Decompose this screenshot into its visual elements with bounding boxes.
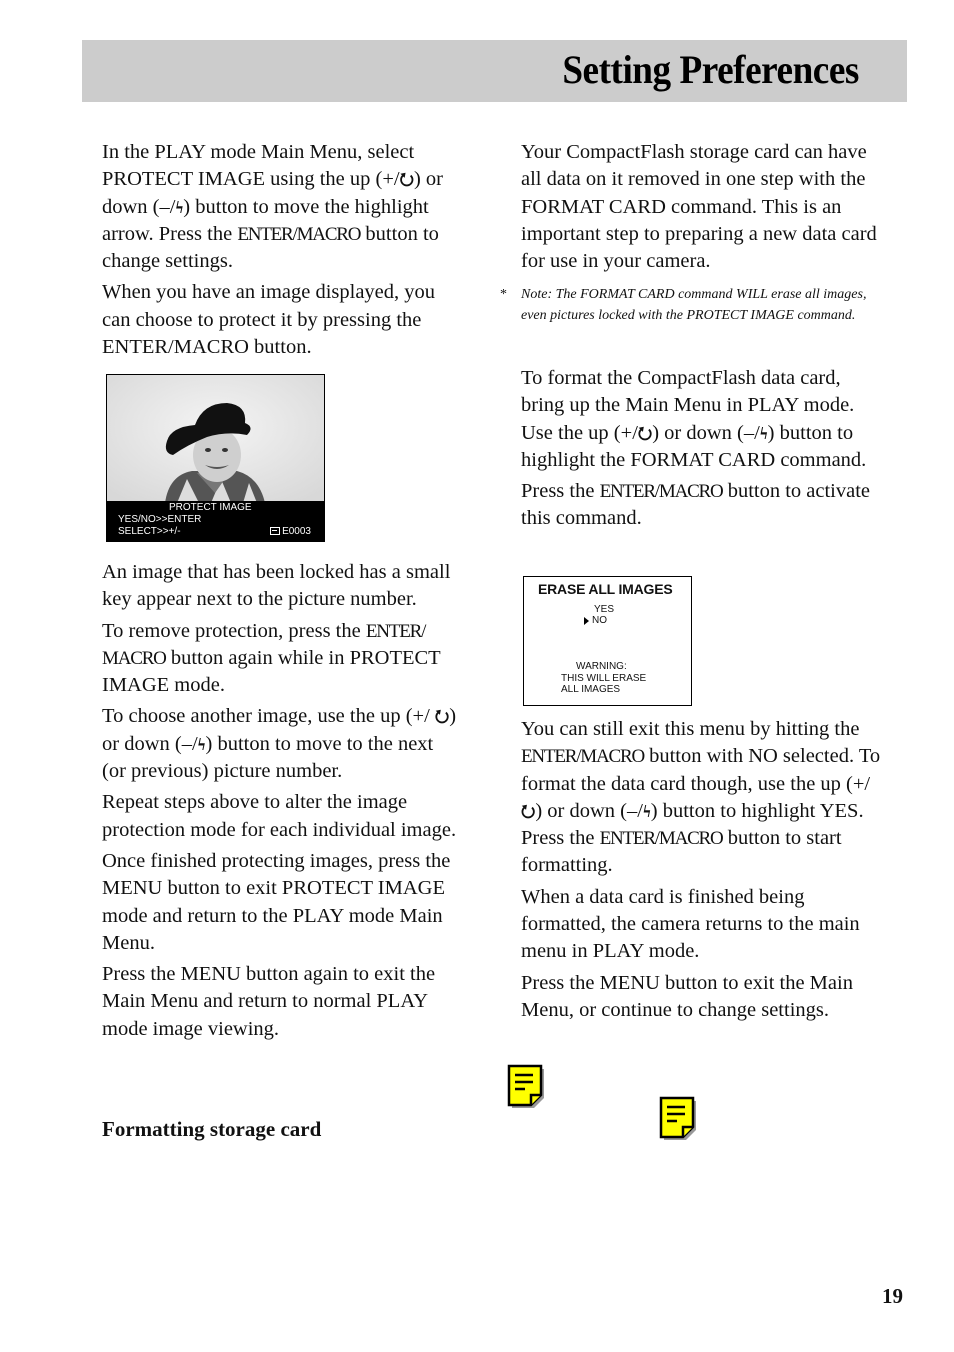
right-column: Your CompactFlash storage card can have … [521, 139, 881, 279]
child-photo [107, 375, 324, 505]
paragraph-finished-formatting: When a data card is finished being forma… [521, 885, 860, 963]
self-timer-icon: ⭮ [521, 801, 536, 821]
paragraph-once-finished: Once finished protecting images, press t… [102, 849, 451, 954]
erase-warning-line: THIS WILL ERASE [561, 673, 647, 684]
selection-arrow-icon [584, 616, 589, 625]
note-asterisk: * [500, 287, 507, 302]
paragraph-choose-another: To choose another image, use the up (+/ … [102, 705, 457, 783]
osd-title: PROTECT IMAGE [169, 502, 252, 513]
paragraph-repeat-steps: Repeat steps above to alter the image pr… [102, 791, 457, 841]
erase-option-yes: YES [594, 604, 615, 615]
erase-all-images-screen: ERASE ALL IMAGES YES NO WARNING: THIS WI… [523, 576, 692, 706]
right-column-middle: To format the CompactFlash data card, br… [521, 365, 881, 537]
format-note: * Note: The FORMAT CARD command WILL era… [500, 285, 880, 326]
key-icon [270, 527, 281, 536]
paragraph-exit-menu: You can still exit this menu by hitting … [521, 718, 881, 877]
paragraph-activate: Press the ENTER/MACRO button to activate… [521, 480, 871, 530]
paragraph-remove-protection: To remove protection, press the ENTER/ M… [102, 619, 441, 697]
page-number: 19 [882, 1284, 903, 1308]
osd-picture-number: E0003 [270, 526, 311, 538]
erase-option-no: NO [584, 615, 607, 626]
note-icon [507, 1064, 544, 1108]
left-column-lower: An image that has been locked has a smal… [102, 559, 462, 1047]
left-column: In the PLAY mode Main Menu, select PROTE… [102, 139, 462, 365]
paragraph-select-protect: In the PLAY mode Main Menu, select PROTE… [102, 141, 443, 273]
flash-icon: ϟ [197, 734, 206, 754]
erase-warning-line: WARNING: [576, 661, 627, 672]
erase-menu-title: ERASE ALL IMAGES [538, 581, 673, 597]
formatting-subheading: Formatting storage card [102, 1117, 322, 1141]
protect-image-osd: PROTECT IMAGE YES/NO>>ENTER SELECT>>+/- … [107, 501, 324, 541]
self-timer-icon: ⭮ [637, 423, 653, 443]
self-timer-icon: ⭮ [434, 707, 450, 727]
paragraph-protect-image: When you have an image displayed, you ca… [102, 281, 436, 359]
erase-warning-line: ALL IMAGES [561, 684, 621, 695]
note-icon [659, 1096, 696, 1140]
right-column-lower: You can still exit this menu by hitting … [521, 716, 881, 1028]
paragraph-exit-main-menu: Press the MENU button to exit the Main M… [521, 971, 853, 1021]
note-text: Note: The FORMAT CARD command WILL erase… [521, 287, 867, 323]
page-title: Setting Preferences [562, 47, 859, 92]
header-bar: Setting Preferences [82, 40, 907, 102]
flash-icon: ϟ [642, 801, 651, 821]
paragraph-press-menu: Press the MENU button again to exit the … [102, 963, 436, 1040]
paragraph-locked-key: An image that has been locked has a smal… [102, 561, 451, 611]
flash-icon: ϟ [759, 423, 768, 443]
protect-image-screen: PROTECT IMAGE YES/NO>>ENTER SELECT>>+/- … [106, 374, 325, 542]
self-timer-icon: ⭮ [399, 170, 414, 190]
osd-yes-no: YES/NO>>ENTER [118, 513, 202, 525]
paragraph-compactflash: Your CompactFlash storage card can have … [521, 141, 877, 273]
paragraph-format-steps: To format the CompactFlash data card, br… [521, 367, 867, 471]
osd-select: SELECT>>+/- [118, 525, 181, 537]
